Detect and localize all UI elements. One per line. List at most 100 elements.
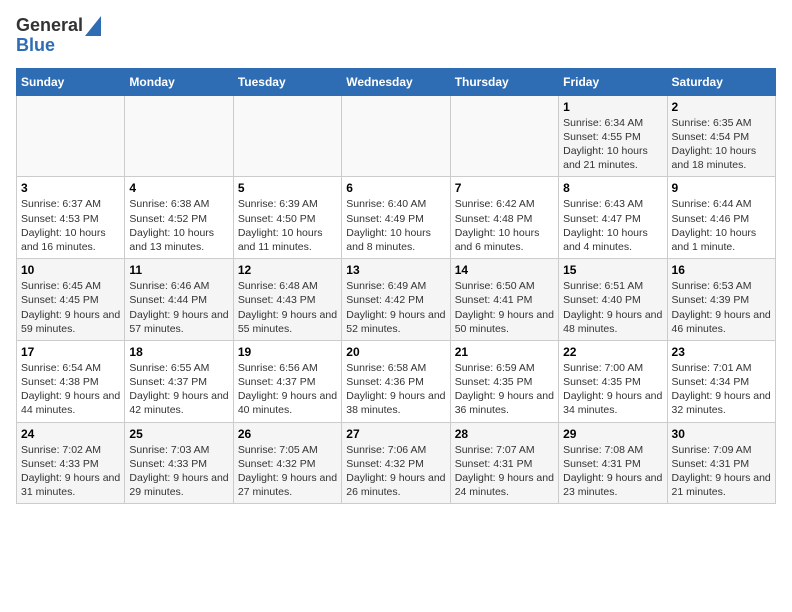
day-cell: 25 Sunrise: 7:03 AMSunset: 4:33 PMDayligh… <box>125 422 233 504</box>
week-row-4: 17 Sunrise: 6:54 AMSunset: 4:38 PMDayligh… <box>17 340 776 422</box>
day-cell <box>233 95 341 177</box>
day-cell: 18 Sunrise: 6:55 AMSunset: 4:37 PMDayligh… <box>125 340 233 422</box>
day-info: Sunrise: 6:51 AMSunset: 4:40 PMDaylight:… <box>563 279 662 336</box>
day-cell: 5 Sunrise: 6:39 AMSunset: 4:50 PMDaylight… <box>233 177 341 259</box>
day-cell: 11 Sunrise: 6:46 AMSunset: 4:44 PMDayligh… <box>125 259 233 341</box>
day-cell: 10Sunrise: 6:45 AMSunset: 4:45 PMDayligh… <box>17 259 125 341</box>
day-number: 15 <box>563 263 662 277</box>
day-cell: 23Sunrise: 7:01 AMSunset: 4:34 PMDayligh… <box>667 340 775 422</box>
day-number: 20 <box>346 345 445 359</box>
day-info: Sunrise: 6:44 AMSunset: 4:46 PMDaylight:… <box>672 197 771 254</box>
day-number: 8 <box>563 181 662 195</box>
day-cell: 13Sunrise: 6:49 AMSunset: 4:42 PMDayligh… <box>342 259 450 341</box>
day-cell <box>342 95 450 177</box>
day-info: Sunrise: 7:07 AMSunset: 4:31 PMDaylight:… <box>455 443 554 500</box>
day-info: Sunrise: 6:42 AMSunset: 4:48 PMDaylight:… <box>455 197 554 254</box>
day-cell: 6 Sunrise: 6:40 AMSunset: 4:49 PMDaylight… <box>342 177 450 259</box>
day-number: 3 <box>21 181 120 195</box>
day-number: 19 <box>238 345 337 359</box>
day-info: Sunrise: 6:38 AMSunset: 4:52 PMDaylight:… <box>129 197 228 254</box>
day-number: 2 <box>672 100 771 114</box>
day-info: Sunrise: 7:01 AMSunset: 4:34 PMDaylight:… <box>672 361 771 418</box>
weekday-thursday: Thursday <box>450 68 558 95</box>
day-number: 18 <box>129 345 228 359</box>
weekday-saturday: Saturday <box>667 68 775 95</box>
day-number: 9 <box>672 181 771 195</box>
day-info: Sunrise: 7:08 AMSunset: 4:31 PMDaylight:… <box>563 443 662 500</box>
day-cell: 20Sunrise: 6:58 AMSunset: 4:36 PMDayligh… <box>342 340 450 422</box>
weekday-friday: Friday <box>559 68 667 95</box>
week-row-1: 1 Sunrise: 6:34 AMSunset: 4:55 PMDaylight… <box>17 95 776 177</box>
logo-general: General <box>16 15 83 35</box>
day-number: 11 <box>129 263 228 277</box>
weekday-monday: Monday <box>125 68 233 95</box>
day-number: 4 <box>129 181 228 195</box>
day-number: 5 <box>238 181 337 195</box>
day-cell: 7Sunrise: 6:42 AMSunset: 4:48 PMDaylight… <box>450 177 558 259</box>
day-cell: 17 Sunrise: 6:54 AMSunset: 4:38 PMDayligh… <box>17 340 125 422</box>
day-info: Sunrise: 6:37 AMSunset: 4:53 PMDaylight:… <box>21 197 120 254</box>
day-info: Sunrise: 7:05 AMSunset: 4:32 PMDaylight:… <box>238 443 337 500</box>
day-cell <box>17 95 125 177</box>
week-row-3: 10Sunrise: 6:45 AMSunset: 4:45 PMDayligh… <box>17 259 776 341</box>
day-info: Sunrise: 6:43 AMSunset: 4:47 PMDaylight:… <box>563 197 662 254</box>
day-cell: 19Sunrise: 6:56 AMSunset: 4:37 PMDayligh… <box>233 340 341 422</box>
day-number: 28 <box>455 427 554 441</box>
day-number: 26 <box>238 427 337 441</box>
day-info: Sunrise: 7:00 AMSunset: 4:35 PMDaylight:… <box>563 361 662 418</box>
day-number: 24 <box>21 427 120 441</box>
day-cell <box>450 95 558 177</box>
day-info: Sunrise: 6:50 AMSunset: 4:41 PMDaylight:… <box>455 279 554 336</box>
day-number: 25 <box>129 427 228 441</box>
day-cell: 27 Sunrise: 7:06 AMSunset: 4:32 PMDayligh… <box>342 422 450 504</box>
day-cell: 9 Sunrise: 6:44 AMSunset: 4:46 PMDaylight… <box>667 177 775 259</box>
day-info: Sunrise: 7:06 AMSunset: 4:32 PMDaylight:… <box>346 443 445 500</box>
day-info: Sunrise: 6:48 AMSunset: 4:43 PMDaylight:… <box>238 279 337 336</box>
week-row-5: 24 Sunrise: 7:02 AMSunset: 4:33 PMDayligh… <box>17 422 776 504</box>
day-number: 12 <box>238 263 337 277</box>
day-info: Sunrise: 6:40 AMSunset: 4:49 PMDaylight:… <box>346 197 445 254</box>
day-cell: 2 Sunrise: 6:35 AMSunset: 4:54 PMDaylight… <box>667 95 775 177</box>
day-number: 21 <box>455 345 554 359</box>
day-number: 1 <box>563 100 662 114</box>
calendar-body: 1 Sunrise: 6:34 AMSunset: 4:55 PMDaylight… <box>17 95 776 503</box>
day-cell: 24 Sunrise: 7:02 AMSunset: 4:33 PMDayligh… <box>17 422 125 504</box>
day-number: 30 <box>672 427 771 441</box>
day-cell: 14 Sunrise: 6:50 AMSunset: 4:41 PMDayligh… <box>450 259 558 341</box>
weekday-wednesday: Wednesday <box>342 68 450 95</box>
logo-blue: Blue <box>16 35 55 55</box>
day-info: Sunrise: 6:34 AMSunset: 4:55 PMDaylight:… <box>563 116 662 173</box>
day-cell <box>125 95 233 177</box>
day-info: Sunrise: 6:53 AMSunset: 4:39 PMDaylight:… <box>672 279 771 336</box>
day-info: Sunrise: 6:49 AMSunset: 4:42 PMDaylight:… <box>346 279 445 336</box>
day-number: 27 <box>346 427 445 441</box>
day-cell: 26 Sunrise: 7:05 AMSunset: 4:32 PMDayligh… <box>233 422 341 504</box>
day-cell: 21Sunrise: 6:59 AMSunset: 4:35 PMDayligh… <box>450 340 558 422</box>
day-info: Sunrise: 6:35 AMSunset: 4:54 PMDaylight:… <box>672 116 771 173</box>
logo: General Blue <box>16 16 101 56</box>
day-info: Sunrise: 7:02 AMSunset: 4:33 PMDaylight:… <box>21 443 120 500</box>
day-number: 22 <box>563 345 662 359</box>
day-info: Sunrise: 6:39 AMSunset: 4:50 PMDaylight:… <box>238 197 337 254</box>
day-number: 17 <box>21 345 120 359</box>
day-cell: 28 Sunrise: 7:07 AMSunset: 4:31 PMDayligh… <box>450 422 558 504</box>
day-cell: 3 Sunrise: 6:37 AMSunset: 4:53 PMDaylight… <box>17 177 125 259</box>
weekday-tuesday: Tuesday <box>233 68 341 95</box>
weekday-sunday: Sunday <box>17 68 125 95</box>
day-cell: 30 Sunrise: 7:09 AMSunset: 4:31 PMDayligh… <box>667 422 775 504</box>
day-info: Sunrise: 6:54 AMSunset: 4:38 PMDaylight:… <box>21 361 120 418</box>
day-cell: 12 Sunrise: 6:48 AMSunset: 4:43 PMDayligh… <box>233 259 341 341</box>
calendar-table: SundayMondayTuesdayWednesdayThursdayFrid… <box>16 68 776 504</box>
weekday-header-row: SundayMondayTuesdayWednesdayThursdayFrid… <box>17 68 776 95</box>
logo-triangle-icon <box>85 16 101 36</box>
day-number: 6 <box>346 181 445 195</box>
day-info: Sunrise: 6:46 AMSunset: 4:44 PMDaylight:… <box>129 279 228 336</box>
day-info: Sunrise: 7:09 AMSunset: 4:31 PMDaylight:… <box>672 443 771 500</box>
day-number: 14 <box>455 263 554 277</box>
day-info: Sunrise: 7:03 AMSunset: 4:33 PMDaylight:… <box>129 443 228 500</box>
day-number: 10 <box>21 263 120 277</box>
day-cell: 4 Sunrise: 6:38 AMSunset: 4:52 PMDaylight… <box>125 177 233 259</box>
day-info: Sunrise: 6:55 AMSunset: 4:37 PMDaylight:… <box>129 361 228 418</box>
day-cell: 8 Sunrise: 6:43 AMSunset: 4:47 PMDaylight… <box>559 177 667 259</box>
day-number: 16 <box>672 263 771 277</box>
